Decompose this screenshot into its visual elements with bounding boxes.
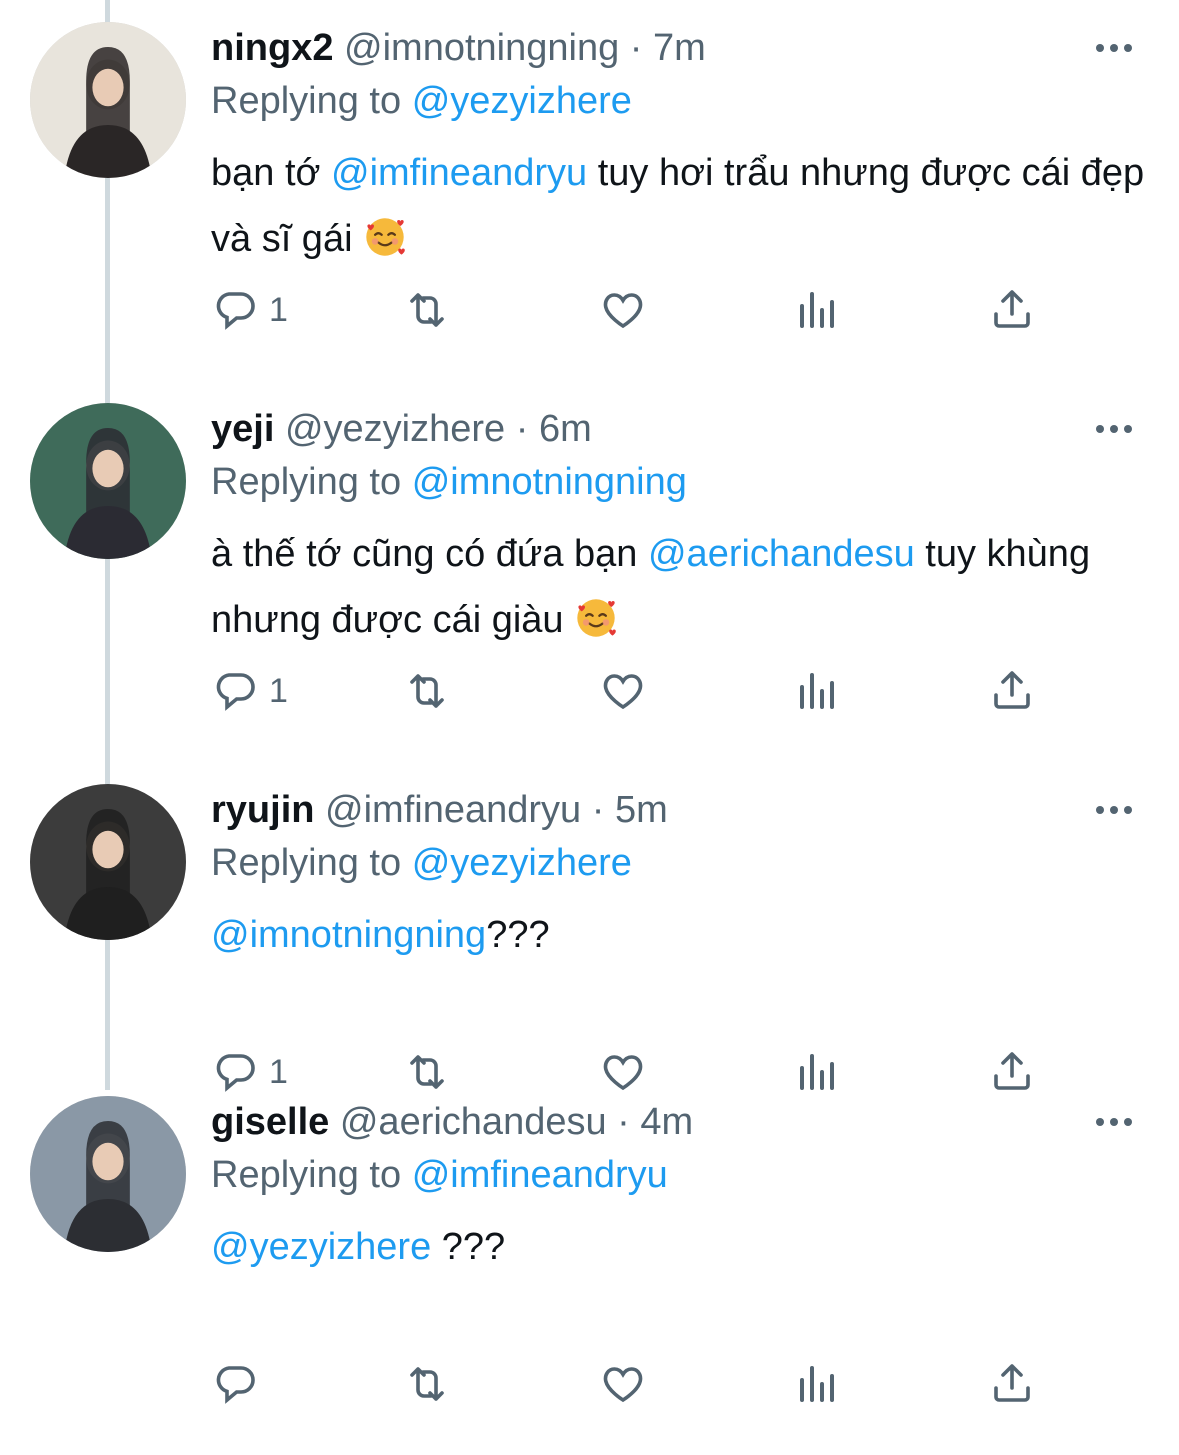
heart-icon [599, 667, 647, 715]
share-icon [988, 1360, 1036, 1408]
mention-link[interactable]: @imfineandryu [331, 152, 587, 194]
tweet-actions: 1 [211, 661, 1071, 721]
reply-tweet[interactable]: ningx2 @imnotningning · 7m Replying to @y… [0, 0, 1179, 381]
smiling-face-with-hearts-icon [363, 214, 407, 258]
tweet-text: à thế tớ cũng có đứa bạn @aerichandesu t… [211, 521, 1151, 653]
retweet-button[interactable] [403, 661, 451, 721]
user-handle[interactable]: @imfineandryu [325, 789, 581, 831]
user-handle[interactable]: @imnotningning [344, 27, 619, 69]
replying-prefix: Replying to [211, 80, 402, 122]
more-icon[interactable] [1096, 800, 1136, 820]
reply-tweet[interactable]: yeji @yezyizhere · 6m Replying to @imnotn… [0, 381, 1179, 762]
retweet-icon [403, 667, 451, 715]
share-button[interactable] [988, 1354, 1036, 1414]
views-button[interactable] [794, 280, 842, 340]
views-icon [794, 667, 842, 715]
tweet-text: @yezyizhere ??? [211, 1214, 1151, 1280]
replying-prefix: Replying to [211, 1154, 402, 1196]
more-icon[interactable] [1096, 419, 1136, 439]
tweet-header: giselle @aerichandesu · 4m [211, 1098, 693, 1146]
tweet-text-segment: ??? [431, 1226, 506, 1268]
reply-count: 1 [269, 671, 288, 710]
replying-prefix: Replying to [211, 842, 402, 884]
tweet-actions: 1 [211, 280, 1071, 340]
more-icon[interactable] [1096, 38, 1136, 58]
tweet-time[interactable]: · 5m [592, 789, 668, 831]
share-icon [988, 286, 1036, 334]
share-icon [988, 667, 1036, 715]
avatar[interactable] [30, 22, 186, 178]
replying-to: Replying to @yezyizhere [211, 77, 632, 125]
reply-icon [211, 286, 259, 334]
user-handle[interactable]: @aerichandesu [340, 1101, 607, 1143]
reply-button[interactable] [211, 1354, 269, 1414]
reply-icon [211, 1360, 259, 1408]
avatar[interactable] [30, 784, 186, 940]
heart-icon [599, 1360, 647, 1408]
replying-to-link[interactable]: @imfineandryu [412, 1154, 668, 1196]
reply-button[interactable]: 1 [211, 661, 288, 721]
tweet-header: yeji @yezyizhere · 6m [211, 405, 592, 453]
retweet-button[interactable] [403, 280, 451, 340]
reply-icon [211, 667, 259, 715]
share-button[interactable] [988, 661, 1036, 721]
avatar[interactable] [30, 1096, 186, 1252]
display-name[interactable]: yeji [211, 408, 274, 450]
retweet-icon [403, 1360, 451, 1408]
mention-link[interactable]: @yezyizhere [211, 1226, 431, 1268]
replying-to-link[interactable]: @imnotningning [412, 461, 687, 503]
tweet-header: ningx2 @imnotningning · 7m [211, 24, 706, 72]
views-icon [794, 1360, 842, 1408]
display-name[interactable]: ningx2 [211, 27, 333, 69]
display-name[interactable]: ryujin [211, 789, 314, 831]
tweet-time[interactable]: · 7m [630, 27, 706, 69]
replying-to: Replying to @imfineandryu [211, 1151, 668, 1199]
retweet-button[interactable] [403, 1354, 451, 1414]
smiling-face-with-hearts-icon [574, 595, 618, 639]
replying-prefix: Replying to [211, 461, 402, 503]
views-button[interactable] [794, 1354, 842, 1414]
views-icon [794, 286, 842, 334]
like-button[interactable] [599, 280, 647, 340]
tweet-time[interactable]: · 6m [516, 408, 592, 450]
tweet-actions [211, 1354, 1071, 1414]
tweet-header: ryujin @imfineandryu · 5m [211, 786, 668, 834]
more-icon[interactable] [1096, 1112, 1136, 1132]
like-button[interactable] [599, 661, 647, 721]
tweet-time[interactable]: · 4m [617, 1101, 693, 1143]
reply-button[interactable]: 1 [211, 280, 288, 340]
mention-link[interactable]: @aerichandesu [648, 533, 915, 575]
like-button[interactable] [599, 1354, 647, 1414]
heart-icon [599, 286, 647, 334]
retweet-icon [403, 286, 451, 334]
tweet-text-segment: ??? [486, 914, 550, 956]
replying-to: Replying to @yezyizhere [211, 839, 632, 887]
replying-to-link[interactable]: @yezyizhere [412, 842, 632, 884]
views-button[interactable] [794, 661, 842, 721]
reply-tweet[interactable]: giselle @aerichandesu · 4m Replying to @i… [0, 1074, 1179, 1455]
tweet-text: bạn tớ @imfineandryu tuy hơi trẩu nhưng … [211, 140, 1151, 272]
replying-to-link[interactable]: @yezyizhere [412, 80, 632, 122]
reply-count: 1 [269, 290, 288, 329]
user-handle[interactable]: @yezyizhere [285, 408, 505, 450]
display-name[interactable]: giselle [211, 1101, 329, 1143]
share-button[interactable] [988, 280, 1036, 340]
avatar[interactable] [30, 403, 186, 559]
tweet-text: @imnotningning??? [211, 902, 1151, 968]
mention-link[interactable]: @imnotningning [211, 914, 486, 956]
tweet-text-segment: à thế tớ cũng có đứa bạn [211, 533, 648, 575]
replying-to: Replying to @imnotningning [211, 458, 687, 506]
tweet-text-segment: bạn tớ [211, 152, 331, 194]
